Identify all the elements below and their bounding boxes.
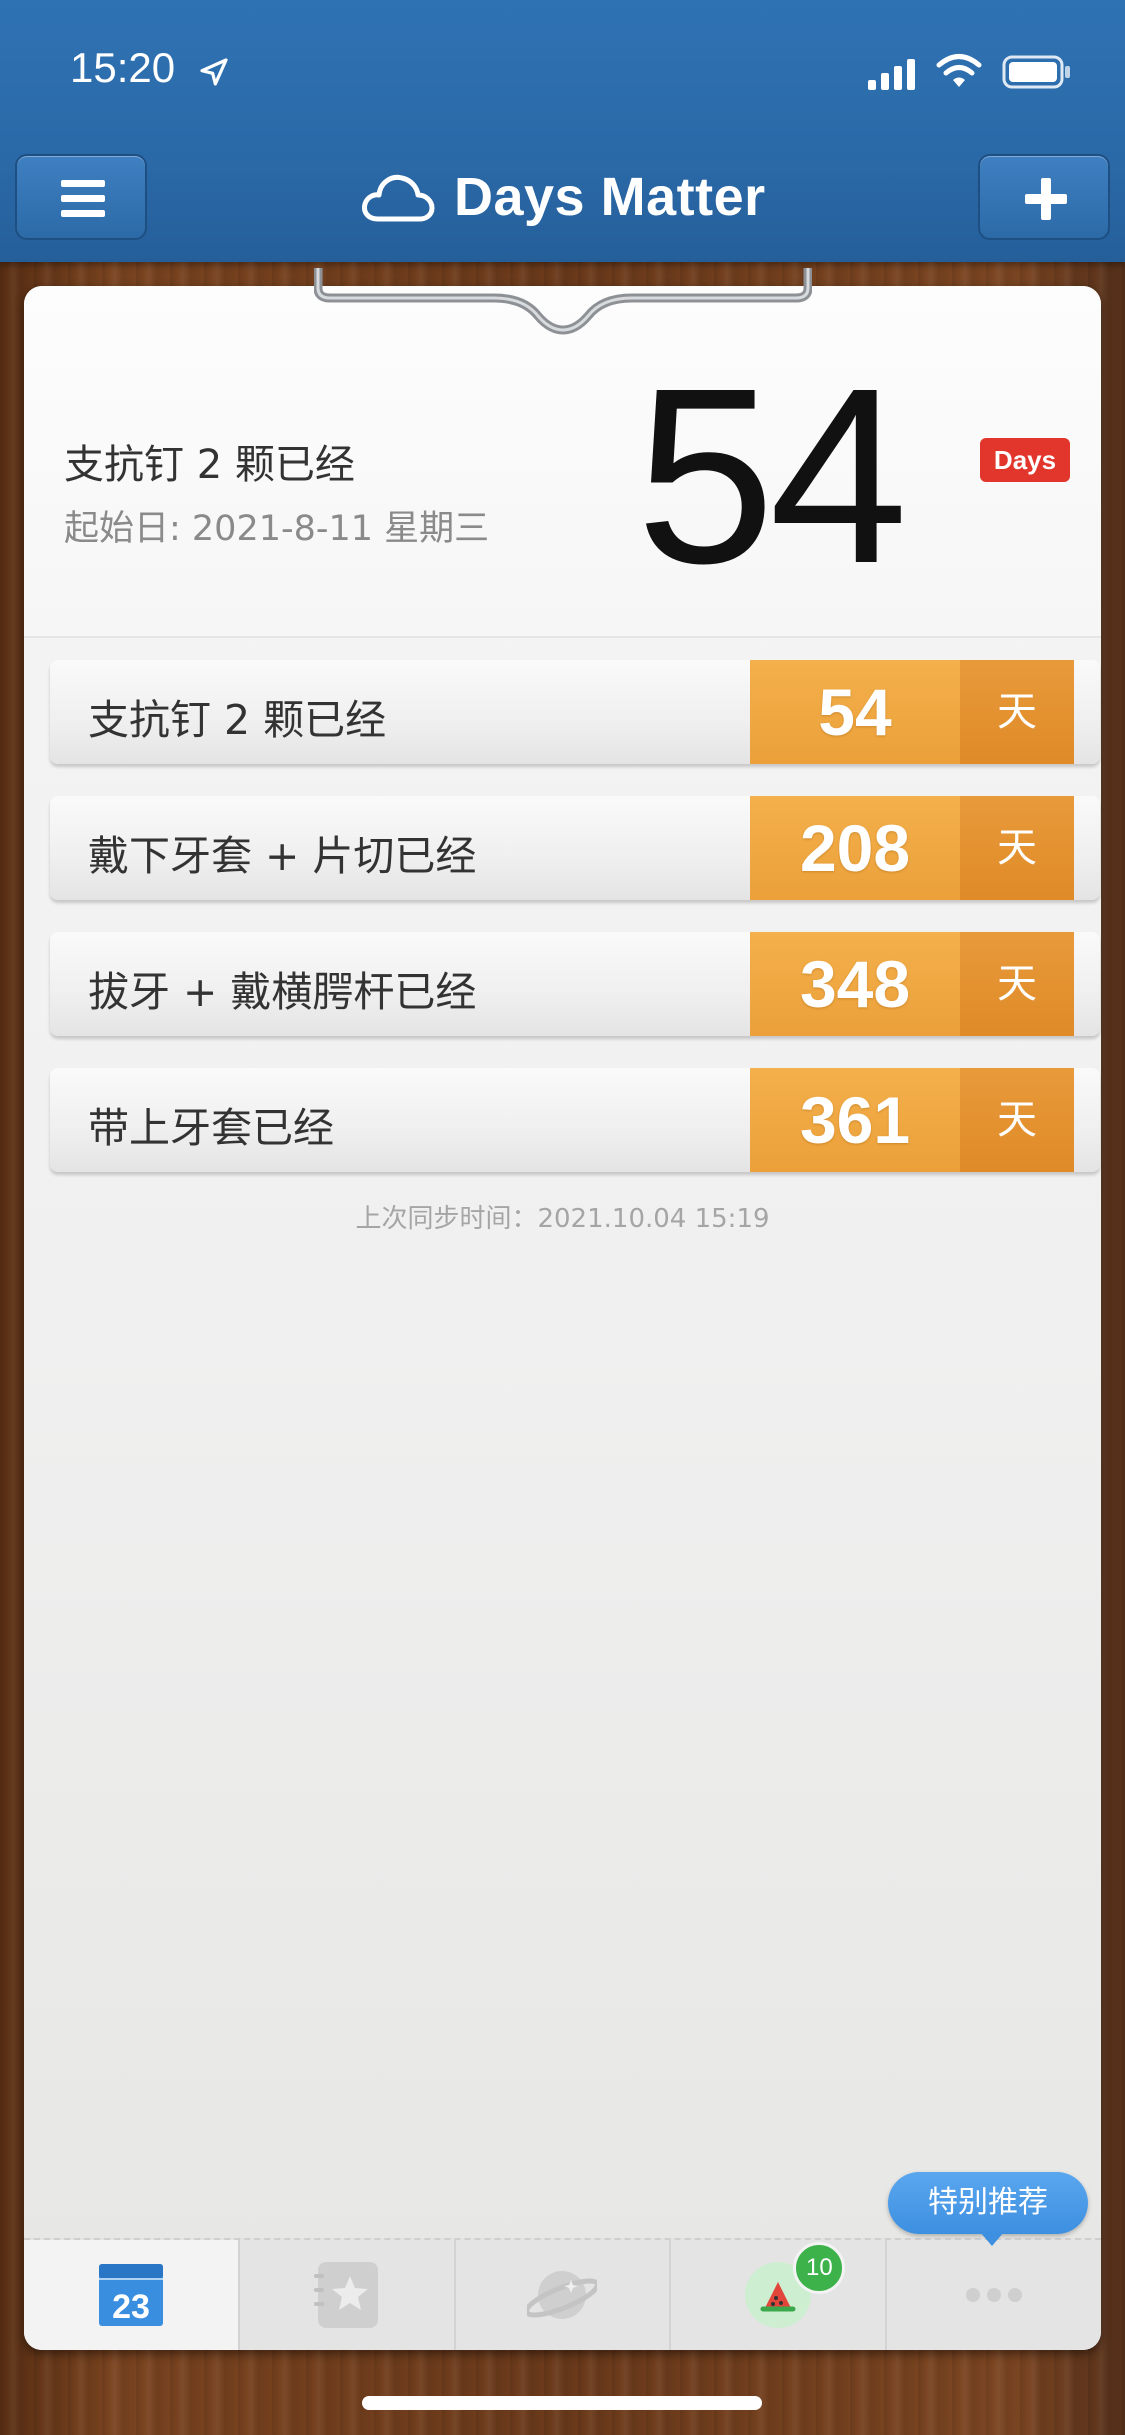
nav-title: Days Matter [360, 162, 766, 232]
clipboard-clip [314, 268, 812, 335]
location-arrow-icon [200, 58, 228, 86]
event-unit: 天 [960, 796, 1074, 900]
event-row[interactable]: 支抗钉 2 颗已经 54 天 [50, 660, 1100, 764]
last-sync-time: 上次同步时间：2021.10.04 15:19 [355, 1204, 770, 1234]
event-row[interactable]: 戴下牙套 + 片切已经 208 天 [50, 796, 1100, 900]
star-notebook-icon [313, 2262, 378, 2328]
battery-icon [1002, 55, 1070, 89]
menu-button[interactable] [15, 154, 147, 240]
event-card: 支抗钉 2 颗已经 起始日: 2021-8-11 星期三 54 Days 支抗钉… [24, 286, 1101, 2350]
add-event-button[interactable] [978, 154, 1110, 240]
event-label: 带上牙套已经 [88, 1104, 334, 1152]
wifi-icon [936, 54, 982, 87]
event-list: 支抗钉 2 颗已经 54 天 戴下牙套 + 片切已经 208 天 拔牙 + 戴横… [50, 660, 1100, 1204]
hamburger-icon [61, 180, 105, 217]
featured-event-start-date: 起始日: 2021-8-11 星期三 [64, 509, 490, 549]
event-count: 348 [750, 932, 960, 1036]
notification-badge: 10 [793, 2242, 846, 2294]
tab-watermelon[interactable]: 10 [671, 2240, 888, 2350]
event-row[interactable]: 拔牙 + 戴横腭杆已经 348 天 [50, 932, 1100, 1036]
event-unit: 天 [960, 932, 1074, 1036]
tab-days[interactable]: 23 [24, 2240, 240, 2350]
planet-icon [527, 2271, 598, 2319]
event-unit: 天 [960, 660, 1074, 764]
days-badge: Days [980, 438, 1070, 482]
bottom-tab-bar: 23 10 [24, 2238, 1101, 2350]
status-time: 15:20 [70, 44, 176, 91]
home-indicator [362, 2396, 762, 2410]
more-icon [966, 2288, 1023, 2302]
event-label: 拔牙 + 戴横腭杆已经 [88, 968, 477, 1016]
signal-icon [868, 59, 915, 90]
featured-event-title: 支抗钉 2 颗已经 [64, 442, 355, 488]
event-row[interactable]: 带上牙套已经 361 天 [50, 1068, 1100, 1172]
calendar-day-number: 23 [112, 2288, 150, 2326]
event-count: 361 [750, 1068, 960, 1172]
tab-more[interactable] [887, 2240, 1101, 2350]
event-count: 54 [750, 660, 960, 764]
top-bar: 15:20 Days Matter [0, 0, 1125, 262]
special-recommend-bubble[interactable]: 特别推荐 [888, 2172, 1088, 2246]
event-label: 支抗钉 2 颗已经 [88, 696, 387, 744]
app-title: Days Matter [454, 167, 766, 227]
event-count: 208 [750, 796, 960, 900]
calendar-icon: 23 [98, 2264, 163, 2326]
tab-discover[interactable] [456, 2240, 672, 2350]
event-label: 戴下牙套 + 片切已经 [88, 832, 477, 880]
plus-icon [1025, 178, 1067, 220]
tab-favorites[interactable] [240, 2240, 456, 2350]
featured-event-count: 54 [636, 336, 908, 615]
cloud-icon [362, 174, 435, 222]
event-unit: 天 [960, 1068, 1074, 1172]
